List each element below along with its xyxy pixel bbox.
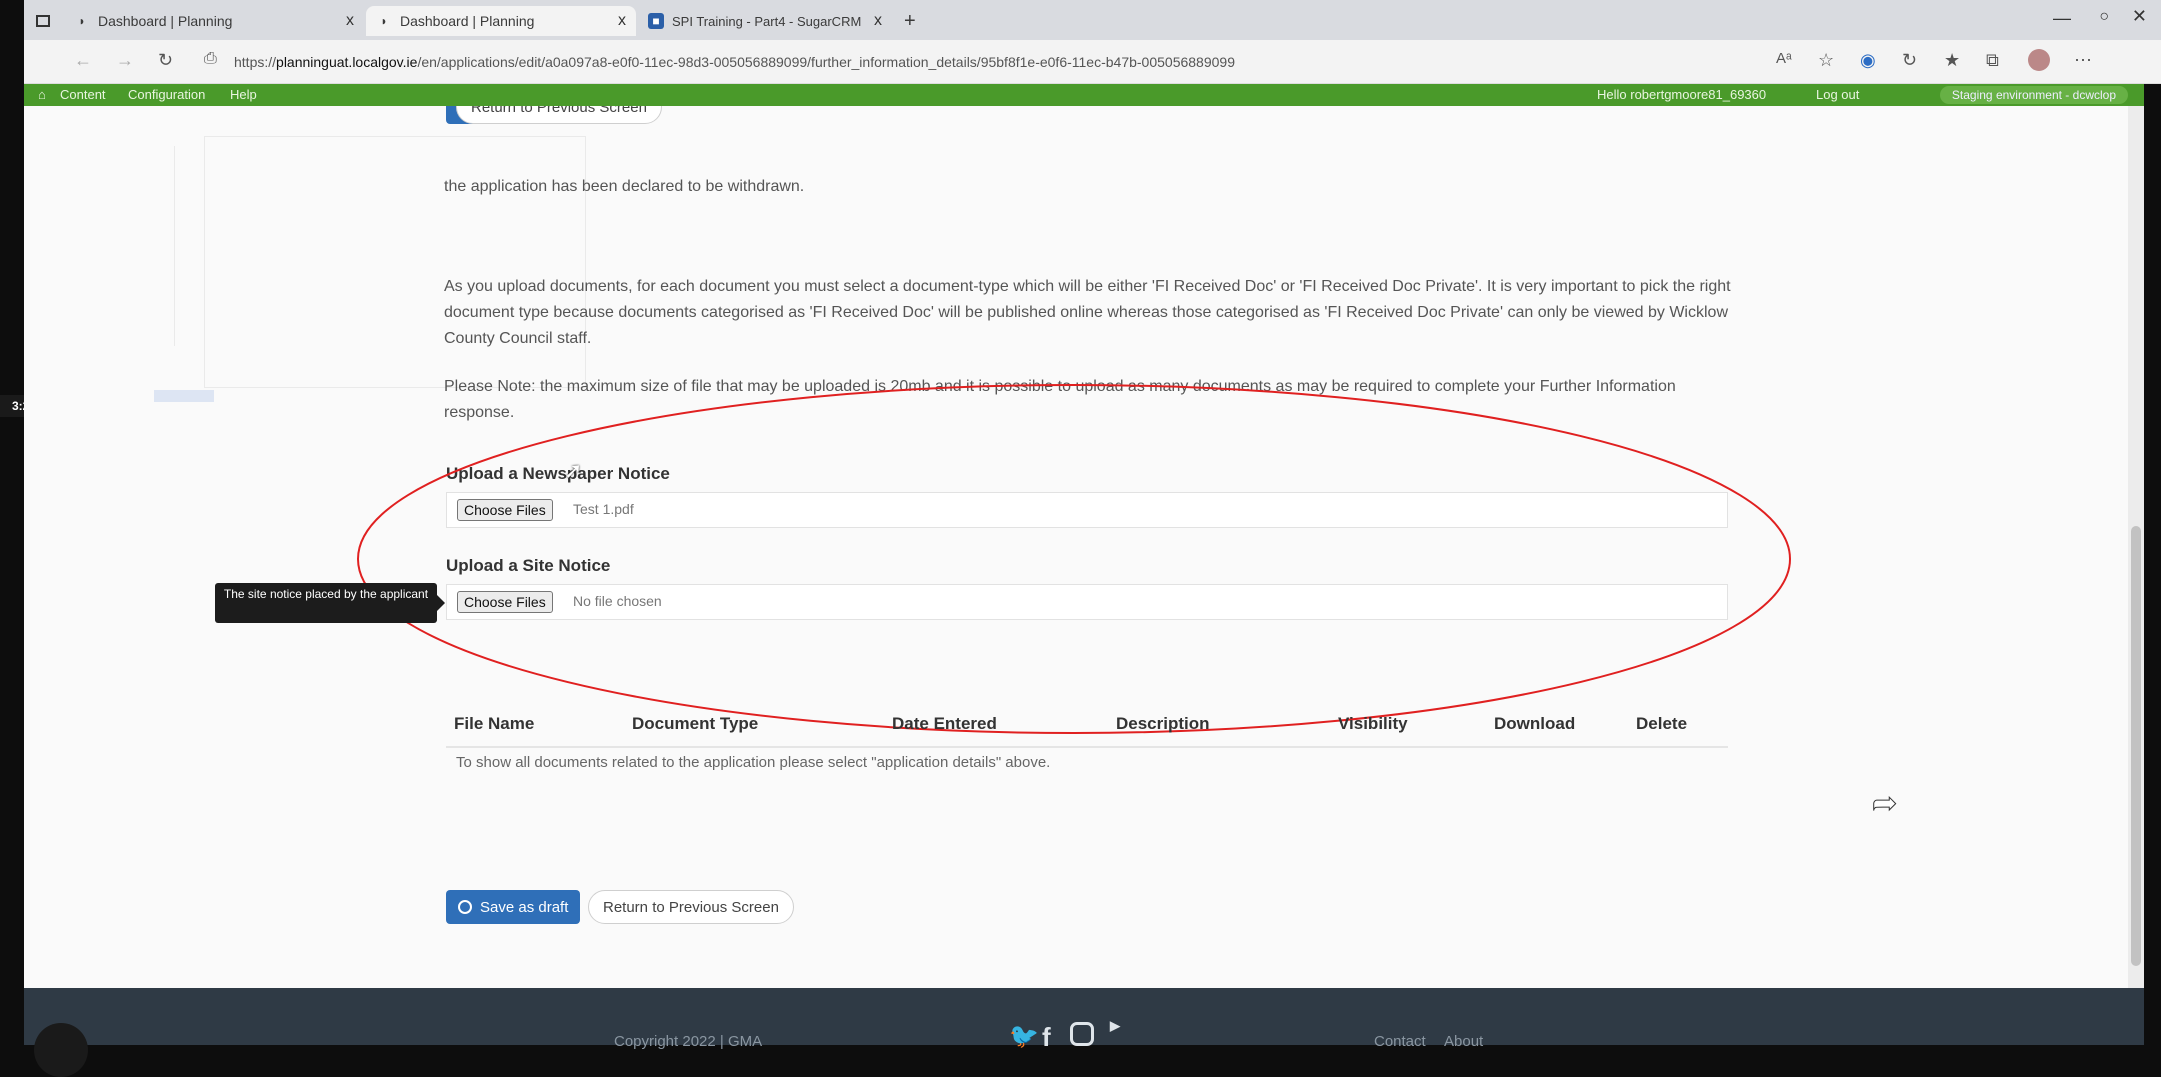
browser-address-bar: ← → ↻ ⎙ https://planninguat.localgov.ie/… — [24, 40, 2161, 84]
close-tab-icon[interactable]: x — [874, 12, 882, 30]
user-greeting: Hello robertgmoore81_69360 — [1597, 87, 1767, 102]
scrollbar-thumb[interactable] — [2131, 526, 2141, 966]
url-field[interactable]: https://planninguat.localgov.ie/en/appli… — [234, 48, 1854, 76]
chat-widget-icon[interactable] — [34, 1023, 88, 1077]
refresh-extension-icon[interactable]: ↻ — [1902, 50, 1917, 71]
footer-about-link[interactable]: About — [1444, 1033, 1483, 1050]
read-aloud-icon[interactable]: Aᵃ — [1776, 50, 1792, 67]
collections-icon[interactable]: ⧉ — [1986, 50, 1999, 71]
more-options-icon[interactable]: ⋯ — [2074, 50, 2092, 71]
plus-icon: + — [904, 9, 916, 32]
tab-dashboard-1[interactable]: ◗ Dashboard | Planning x — [64, 6, 364, 36]
forward-icon[interactable]: → — [116, 50, 134, 71]
extension-icon[interactable]: ◉ — [1860, 50, 1876, 71]
back-icon[interactable]: ← — [74, 50, 92, 71]
close-tab-icon[interactable]: x — [618, 12, 626, 30]
browser-tab-bar: ◗ Dashboard | Planning x ◗ Dashboard | P… — [24, 0, 2161, 40]
col-date-entered[interactable]: Date Entered — [892, 714, 997, 734]
table-empty-note: To show all documents related to the app… — [456, 754, 1051, 771]
mouse-pointer-icon: ➦ — [1871, 787, 1898, 821]
page-scrollbar[interactable] — [2128, 106, 2144, 988]
refresh-icon[interactable]: ↻ — [158, 50, 173, 71]
footer-contact-link[interactable]: Contact — [1374, 1033, 1426, 1050]
return-button-top[interactable]: Return to Previous Screen — [456, 106, 662, 124]
col-document-type[interactable]: Document Type — [632, 714, 758, 734]
tab-label: Dashboard | Planning — [400, 13, 535, 29]
tab-actions-button[interactable] — [32, 6, 58, 36]
profile-avatar[interactable] — [2028, 49, 2050, 71]
favorites-add-icon[interactable]: ☆ — [1818, 50, 1834, 71]
lock-icon: ⎙ — [204, 50, 217, 67]
url-prefix: https:// — [234, 54, 277, 70]
paragraph-document-types: As you upload documents, for each docume… — [444, 278, 1731, 347]
paragraph-cut-line — [444, 144, 1734, 158]
tab-label: SPI Training - Part4 - SugarCRM — [672, 13, 862, 29]
app-nav-bar: ⌂ Content Configuration Help Hello rober… — [24, 84, 2144, 106]
favorites-icon[interactable]: ★ — [1944, 50, 1960, 71]
edge-favicon-icon: ◗ — [78, 14, 86, 28]
facebook-icon[interactable]: f — [1042, 1022, 1051, 1053]
annotation-ellipse — [357, 384, 1791, 734]
col-delete[interactable]: Delete — [1636, 714, 1687, 734]
page-content: Save as draft Return to Previous Screen … — [24, 106, 2128, 988]
twitter-icon[interactable]: 🐦 — [1009, 1022, 1039, 1051]
logout-link[interactable]: Log out — [1816, 87, 1859, 102]
save-draft-label: Save as draft — [480, 898, 569, 916]
col-download[interactable]: Download — [1494, 714, 1575, 734]
return-button[interactable]: Return to Previous Screen — [588, 890, 794, 924]
minimize-icon[interactable]: — — [2053, 8, 2071, 29]
col-description[interactable]: Description — [1116, 714, 1210, 734]
new-tab-button[interactable]: + — [894, 6, 924, 36]
nav-configuration[interactable]: Configuration — [128, 87, 205, 102]
tab-actions-icon — [36, 15, 50, 27]
save-draft-button[interactable]: Save as draft — [446, 890, 581, 924]
edge-favicon-icon: ◗ — [380, 14, 388, 28]
footer-copyright: Copyright 2022 | GMA — [614, 1033, 763, 1050]
environment-badge: Staging environment - dcwclop — [1939, 86, 2128, 104]
sugarcrm-favicon-icon: ■ — [648, 13, 664, 29]
page-footer: Copyright 2022 | GMA 🐦 f ▶ Contact About — [24, 988, 2144, 1077]
close-tab-icon[interactable]: x — [346, 12, 354, 30]
nav-content[interactable]: Content — [60, 87, 106, 102]
save-icon — [458, 900, 472, 914]
col-file-name[interactable]: File Name — [454, 714, 534, 734]
url-host: planninguat.localgov.ie — [276, 54, 418, 70]
paragraph-withdrawn: the application has been declared to be … — [444, 178, 805, 195]
url-path: /en/applications/edit/a0a097a8-e0f0-11ec… — [417, 54, 1235, 70]
tab-dashboard-2[interactable]: ◗ Dashboard | Planning x — [366, 6, 636, 36]
text-cursor-icon: ➚ — [564, 458, 583, 483]
restore-icon[interactable]: ○ — [2099, 8, 2109, 26]
tab-label: Dashboard | Planning — [98, 13, 233, 29]
return-label: Return to Previous Screen — [603, 898, 779, 916]
return-label: Return to Previous Screen — [471, 106, 647, 116]
col-visibility[interactable]: Visibility — [1338, 714, 1408, 734]
site-notice-tooltip: The site notice placed by the applicant — [215, 583, 445, 623]
close-window-icon[interactable]: ✕ — [2132, 6, 2147, 27]
nav-help[interactable]: Help — [230, 87, 257, 102]
home-icon[interactable]: ⌂ — [38, 87, 46, 102]
tab-sugarcrm[interactable]: ■ SPI Training - Part4 - SugarCRM x — [638, 6, 892, 36]
instagram-icon[interactable] — [1070, 1022, 1094, 1046]
youtube-icon[interactable]: ▶ — [1110, 1018, 1120, 1034]
documents-table-header: File Name Document Type Date Entered Des… — [446, 706, 1728, 748]
